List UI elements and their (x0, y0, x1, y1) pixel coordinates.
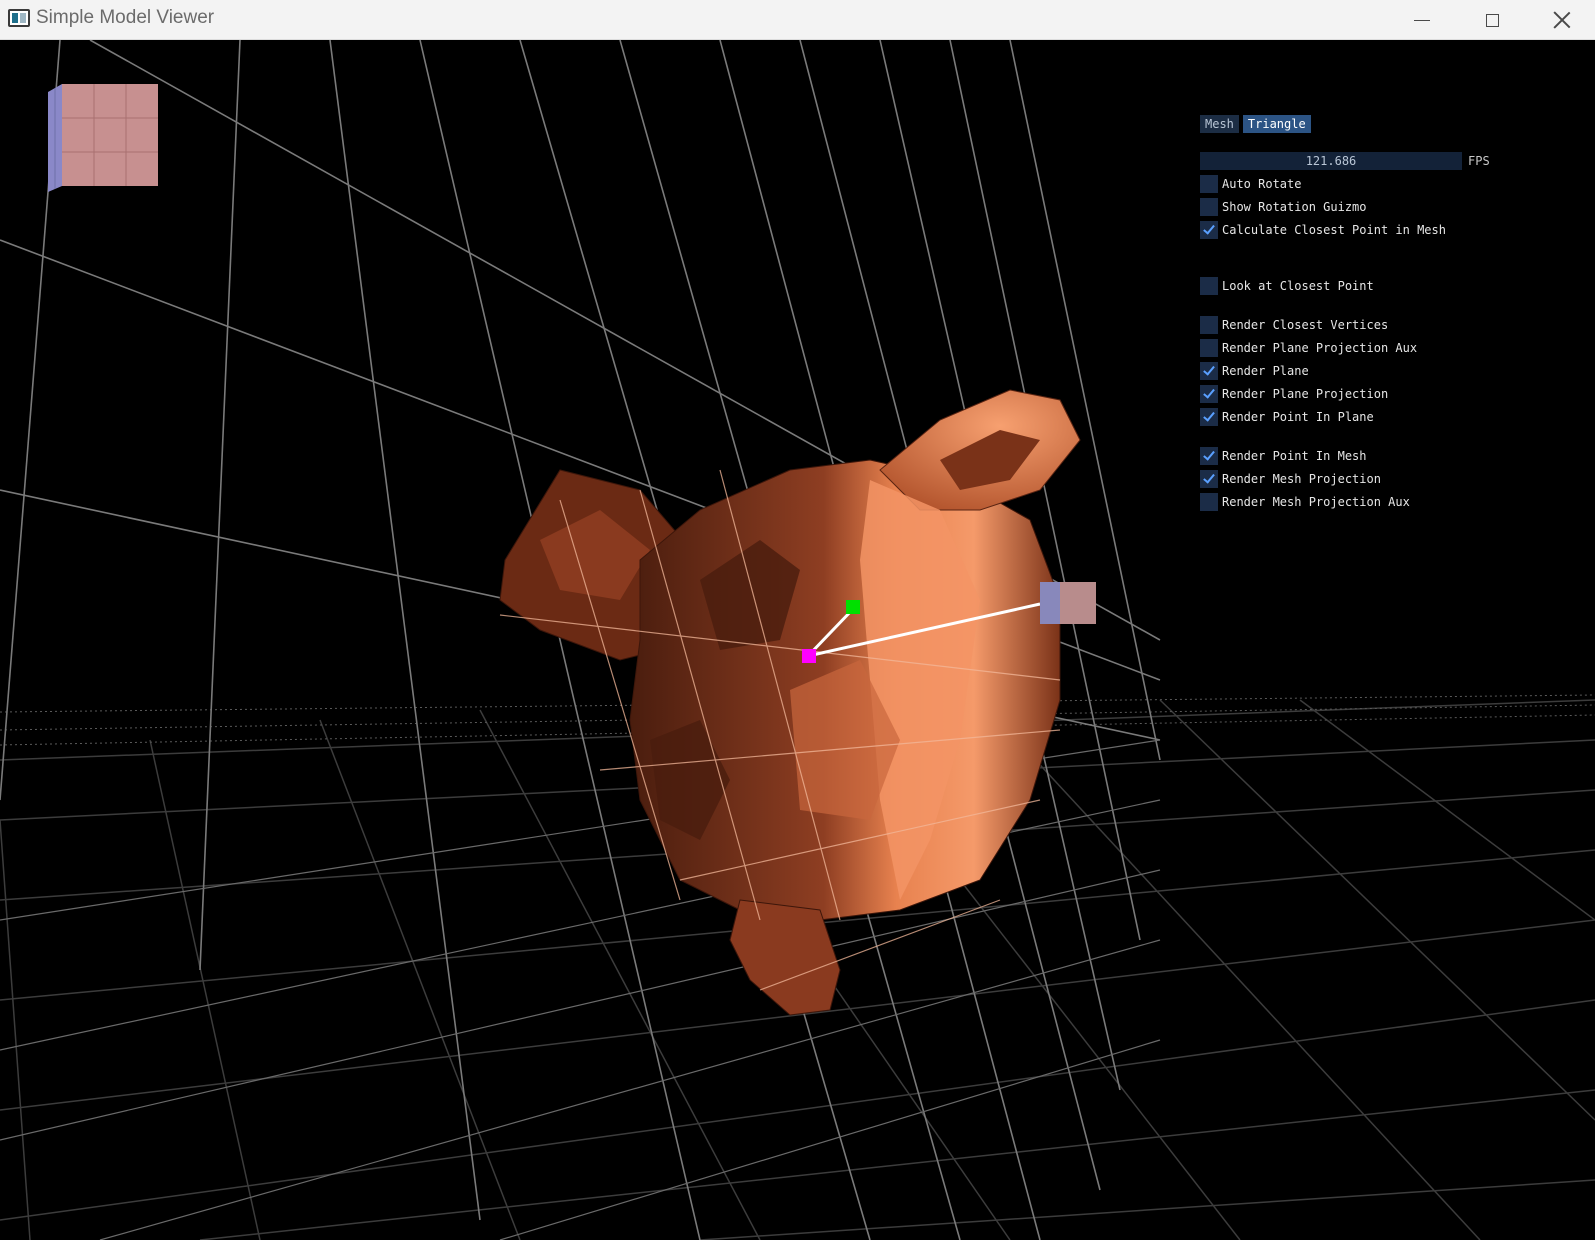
checkbox-box[interactable] (1200, 408, 1218, 426)
render-plane-projection-checkbox[interactable]: Render Plane Projection (1200, 385, 1500, 403)
app-window-icon (8, 9, 30, 27)
render-point-in-mesh-checkbox[interactable]: Render Point In Mesh (1200, 447, 1500, 465)
window-title: Simple Model Viewer (36, 7, 215, 28)
point-in-plane-marker (846, 600, 860, 614)
look-at-closest-checkbox[interactable]: Look at Closest Point (1200, 277, 1500, 295)
fps-label: FPS (1468, 154, 1490, 168)
control-panel: Mesh Triangle 121.686 FPS Auto Rotate Sh… (1200, 115, 1500, 511)
render-plane-checkbox[interactable]: Render Plane (1200, 362, 1500, 380)
checkbox-box[interactable] (1200, 221, 1218, 239)
checkbox-box[interactable] (1200, 362, 1218, 380)
checkbox-box[interactable] (1200, 277, 1218, 295)
checkbox-label: Render Plane (1222, 364, 1309, 378)
fps-value: 121.686 (1200, 152, 1462, 170)
checkbox-box[interactable] (1200, 198, 1218, 216)
show-rotation-guizmo-checkbox[interactable]: Show Rotation Guizmo (1200, 198, 1500, 216)
calc-closest-point-checkbox[interactable]: Calculate Closest Point in Mesh (1200, 221, 1500, 239)
view-orientation-cube[interactable] (48, 84, 158, 192)
title-bar: Simple Model Viewer (0, 0, 1595, 40)
auto-rotate-checkbox[interactable]: Auto Rotate (1200, 175, 1500, 193)
render-mesh-projection-aux-checkbox[interactable]: Render Mesh Projection Aux (1200, 493, 1500, 511)
3d-viewport[interactable]: Mesh Triangle 121.686 FPS Auto Rotate Sh… (0, 40, 1595, 1240)
minimize-button[interactable] (1388, 0, 1456, 40)
checkbox-label: Auto Rotate (1222, 177, 1302, 191)
checkbox-box[interactable] (1200, 316, 1218, 334)
checkbox-label: Show Rotation Guizmo (1222, 200, 1367, 214)
checkbox-label: Render Plane Projection Aux (1222, 341, 1418, 355)
tab-bar: Mesh Triangle (1200, 115, 1500, 133)
checkbox-box[interactable] (1200, 385, 1218, 403)
render-closest-vertices-checkbox[interactable]: Render Closest Vertices (1200, 316, 1500, 334)
checkbox-box[interactable] (1200, 447, 1218, 465)
point-in-mesh-marker (802, 649, 816, 663)
checkbox-label: Look at Closest Point (1222, 279, 1374, 293)
checkbox-label: Render Plane Projection (1222, 387, 1389, 401)
checkbox-box[interactable] (1200, 493, 1218, 511)
maximize-icon (1485, 13, 1499, 27)
checkbox-box[interactable] (1200, 470, 1218, 488)
checkbox-label: Render Mesh Projection (1222, 472, 1381, 486)
render-mesh-projection-checkbox[interactable]: Render Mesh Projection (1200, 470, 1500, 488)
close-icon (1553, 11, 1571, 29)
close-button[interactable] (1528, 0, 1595, 40)
tab-triangle[interactable]: Triangle (1242, 115, 1311, 133)
checkbox-label: Render Point In Mesh (1222, 449, 1367, 463)
query-point-cube[interactable] (1040, 582, 1096, 624)
maximize-button[interactable] (1458, 0, 1526, 40)
render-plane-projection-aux-checkbox[interactable]: Render Plane Projection Aux (1200, 339, 1500, 357)
tab-mesh[interactable]: Mesh (1200, 115, 1239, 133)
checkbox-label: Render Mesh Projection Aux (1222, 495, 1410, 509)
fps-row: 121.686 FPS (1200, 152, 1500, 170)
checkbox-box[interactable] (1200, 339, 1218, 357)
checkbox-label: Render Closest Vertices (1222, 318, 1389, 332)
checkbox-label: Calculate Closest Point in Mesh (1222, 223, 1446, 237)
checkbox-label: Render Point In Plane (1222, 410, 1374, 424)
render-point-in-plane-checkbox[interactable]: Render Point In Plane (1200, 408, 1500, 426)
minimize-icon (1414, 19, 1430, 21)
checkbox-box[interactable] (1200, 175, 1218, 193)
